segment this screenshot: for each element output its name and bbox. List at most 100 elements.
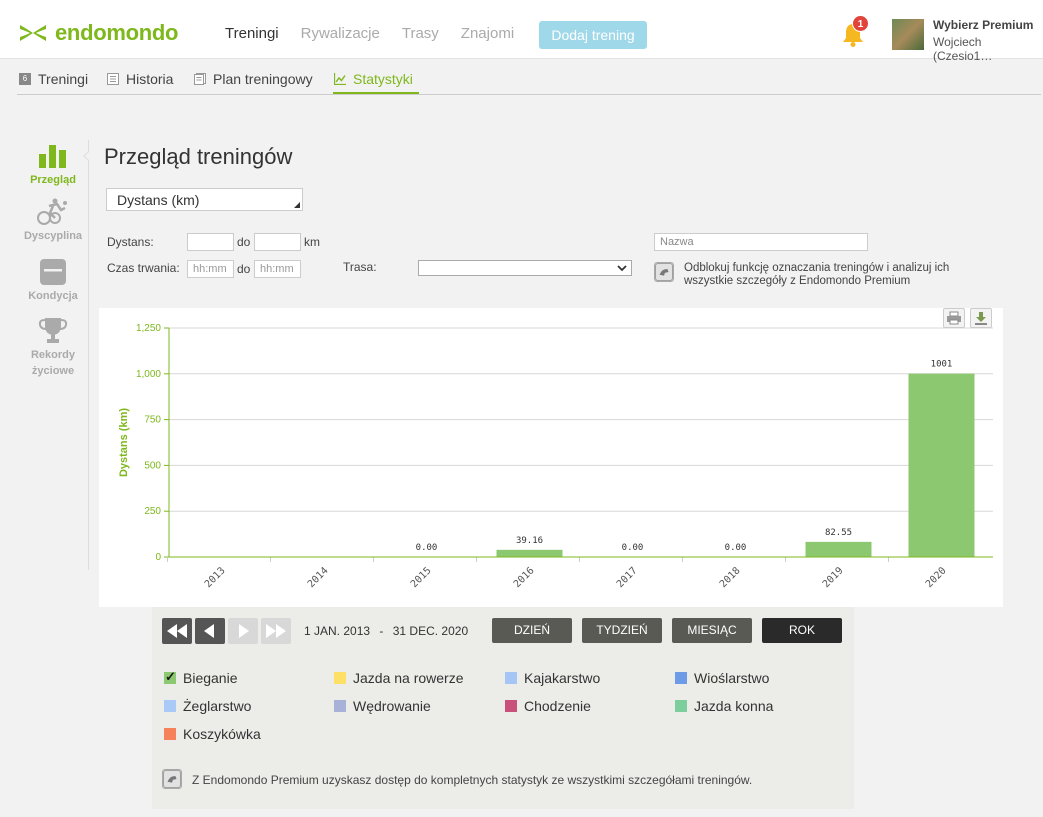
chevron-down-icon — [617, 265, 627, 272]
fast-forward-icon — [266, 624, 286, 638]
bar-chart: 0 250 500 750 1,000 1,250 Dystans (km) 2013 2014… — [118, 323, 993, 590]
subnav-label: Plan treningowy — [213, 71, 313, 87]
main-nav: Treningi Rywalizacje Trasy Znajomi — [225, 25, 536, 42]
distance-label: Dystans: — [107, 235, 154, 249]
name-input[interactable]: Nazwa — [654, 233, 868, 251]
color-swatch[interactable] — [675, 700, 687, 712]
date-range: 1 JAN. 2013 - 31 DEC. 2020 — [304, 624, 468, 638]
step-forward-icon — [239, 624, 249, 638]
sport-filter-item[interactable]: Jazda konna — [675, 698, 773, 714]
nav-item-trasy[interactable]: Trasy — [402, 25, 439, 42]
sport-filter-item[interactable]: Jazda na rowerze — [334, 670, 464, 686]
duration-label: Czas trwania: — [107, 261, 180, 275]
nav-item-rywalizacje[interactable]: Rywalizacje — [301, 25, 380, 42]
route-label: Trasa: — [343, 260, 377, 274]
x-tick-label: 2019 — [821, 565, 846, 590]
subnav-item-plan[interactable]: Plan treningowy — [194, 71, 313, 87]
sport-filter-item[interactable]: Kajakarstwo — [505, 670, 600, 686]
trophy-icon — [38, 318, 68, 343]
period-day-button[interactable]: DZIEŃ — [492, 618, 572, 643]
line-chart-icon — [334, 73, 346, 85]
triathlon-icon — [37, 198, 67, 225]
x-tick-label: 2016 — [512, 565, 537, 590]
sport-filter-item[interactable]: Koszykówka — [164, 726, 261, 742]
period-year-button[interactable]: ROK — [762, 618, 842, 643]
x-tick-label: 2020 — [924, 565, 949, 590]
km-unit-label: km — [304, 235, 320, 249]
metric-select-value: Dystans (km) — [117, 192, 200, 208]
duration-to-input[interactable]: hh:mm — [254, 260, 301, 278]
distance-to-input[interactable] — [254, 233, 301, 251]
sport-label: Żeglarstwo — [183, 698, 252, 714]
duration-from-input[interactable]: hh:mm — [187, 260, 234, 278]
sport-filter-item[interactable]: ✓ Bieganie — [164, 669, 238, 686]
sport-filter-item[interactable]: Chodzenie — [505, 698, 591, 714]
subnav-item-historia[interactable]: Historia — [107, 71, 173, 87]
prev-period-button[interactable] — [195, 618, 225, 644]
scale-icon — [40, 259, 66, 285]
user-name[interactable]: Wojciech (Czesio1… — [933, 35, 1043, 63]
color-swatch[interactable] — [505, 700, 517, 712]
bar — [805, 541, 872, 557]
side-item-kondycja[interactable]: Kondycja — [18, 258, 88, 302]
date-to: 31 DEC. 2020 — [392, 624, 469, 638]
color-swatch[interactable] — [675, 672, 687, 684]
side-item-dyscyplina[interactable]: Dyscyplina — [18, 198, 88, 242]
date-separator: - — [379, 624, 384, 638]
nav-item-znajomi[interactable]: Znajomi — [461, 25, 514, 42]
subnav-label: Treningi — [38, 71, 89, 87]
side-item-rekordy[interactable]: Rekordy życiowe — [18, 316, 88, 379]
side-divider — [88, 140, 89, 570]
last-period-button[interactable] — [261, 618, 291, 644]
x-tick-label: 2015 — [409, 565, 434, 590]
printer-icon — [947, 311, 961, 325]
period-month-button[interactable]: MIESIĄC — [672, 618, 752, 643]
subnav-item-statystyki[interactable]: Statystyki — [334, 71, 413, 87]
next-period-button[interactable] — [228, 618, 258, 644]
route-select[interactable] — [418, 260, 632, 276]
nav-item-treningi[interactable]: Treningi — [225, 25, 279, 42]
y-tick-label: 0 — [155, 552, 161, 563]
color-swatch[interactable] — [164, 728, 176, 740]
period-week-button[interactable]: TYDZIEŃ — [582, 618, 662, 643]
first-period-button[interactable] — [162, 618, 192, 644]
checkbox-checked-icon[interactable]: ✓ — [164, 669, 176, 684]
sport-filter-item[interactable]: Wioślarstwo — [675, 670, 769, 686]
side-item-przeglad[interactable]: Przegląd — [18, 140, 88, 186]
subnav-item-treningi[interactable]: 6 Treningi — [19, 71, 88, 87]
sport-label: Kajakarstwo — [524, 670, 601, 686]
sport-label: Wędrowanie — [353, 698, 431, 714]
color-swatch[interactable] — [334, 700, 346, 712]
step-back-icon — [204, 624, 214, 638]
premium-link[interactable]: Wybierz Premium — [933, 18, 1033, 32]
metric-select[interactable]: Dystans (km) — [106, 188, 303, 211]
page-title: Przegląd treningów — [104, 144, 293, 169]
endomondo-logo[interactable]: endomondo — [18, 20, 178, 46]
print-button[interactable] — [943, 308, 965, 328]
color-swatch[interactable] — [164, 700, 176, 712]
sport-label: Jazda na rowerze — [353, 670, 464, 686]
notification-badge: 1 — [852, 15, 869, 32]
color-swatch[interactable] — [334, 672, 346, 684]
add-workout-button[interactable]: Dodaj trening — [539, 21, 647, 49]
subnav-label: Statystyki — [353, 71, 413, 87]
bar-chart-icon — [39, 145, 66, 168]
color-swatch[interactable] — [505, 672, 517, 684]
count-badge-icon: 6 — [19, 73, 31, 85]
sport-filter-item[interactable]: Żeglarstwo — [164, 698, 251, 714]
sport-filter-item[interactable]: Wędrowanie — [334, 698, 431, 714]
bar — [496, 549, 563, 557]
x-tick-label: 2018 — [718, 565, 743, 590]
distance-to-label: do — [237, 235, 251, 249]
distance-from-input[interactable] — [187, 233, 234, 251]
premium-stats-note: Z Endomondo Premium uzyskasz dostęp do k… — [192, 773, 753, 787]
x-tick-label: 2017 — [615, 565, 640, 590]
sub-nav: 6 Treningi Historia Plan treningowy Stat… — [17, 60, 1041, 95]
data-label: 0.00 — [725, 543, 747, 553]
duration-to-label: do — [237, 262, 251, 276]
document-icon — [194, 73, 206, 85]
download-icon — [975, 312, 987, 325]
download-button[interactable] — [970, 308, 992, 328]
avatar[interactable] — [892, 19, 924, 50]
x-tick-label: 2014 — [306, 565, 331, 590]
